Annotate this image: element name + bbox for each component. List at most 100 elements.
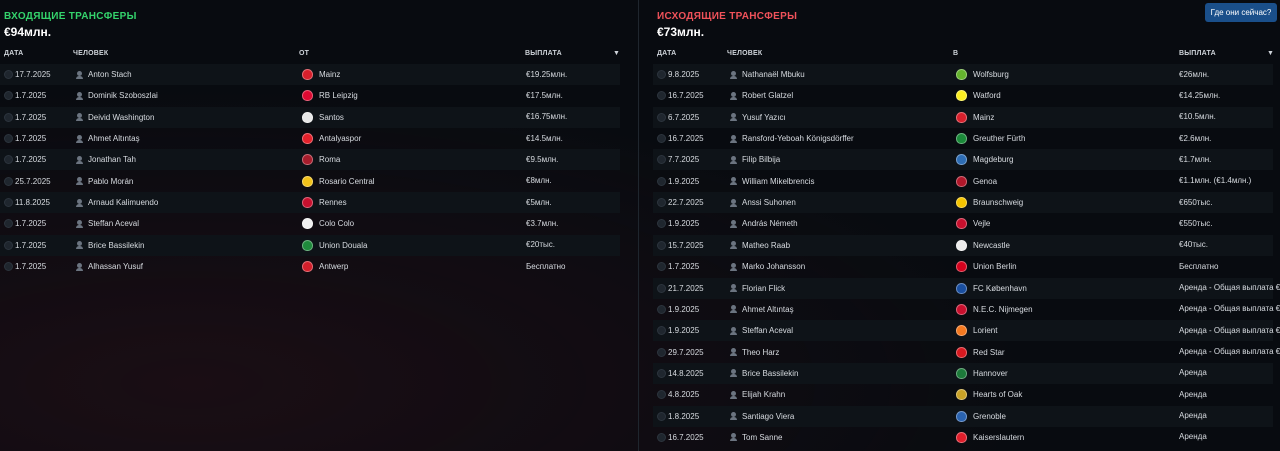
person-cell[interactable]: Alhassan Yusuf <box>76 256 143 277</box>
club-name[interactable]: Grenoble <box>973 412 1006 421</box>
club-name[interactable]: Magdeburg <box>973 155 1013 164</box>
person-name[interactable]: William Mikelbrencis <box>742 177 814 186</box>
transfer-row[interactable]: 1.9.2025 Steffan Aceval Lorient Аренда - Об… <box>653 320 1280 342</box>
sort-desc-icon[interactable]: ▼ <box>1267 50 1274 57</box>
person-cell[interactable]: Steffan Aceval <box>76 213 139 234</box>
incoming-col-payment[interactable]: ВЫПЛАТА <box>525 50 562 57</box>
person-cell[interactable]: Theo Harz <box>730 342 779 363</box>
person-cell[interactable]: Ransford-Yeboah Königsdörffer <box>730 128 854 149</box>
person-cell[interactable]: Dominik Szoboszlai <box>76 85 158 106</box>
person-cell[interactable]: William Mikelbrencis <box>730 171 814 192</box>
person-name[interactable]: Steffan Aceval <box>742 326 793 335</box>
outgoing-col-date[interactable]: ДАТА <box>657 50 676 57</box>
club-cell[interactable]: Lorient <box>956 320 997 341</box>
transfer-row[interactable]: 16.7.2025 Tom Sanne Kaiserslautern Аренда <box>653 427 1273 448</box>
club-name[interactable]: Antalyaspor <box>319 134 361 143</box>
person-name[interactable]: Marko Johansson <box>742 262 805 271</box>
person-name[interactable]: Deivid Washington <box>88 113 154 122</box>
transfer-row[interactable]: 11.8.2025 Arnaud Kalimuendo Rennes €5млн. <box>0 192 620 214</box>
club-cell[interactable]: Colo Colo <box>302 213 354 234</box>
club-cell[interactable]: Newcastle <box>956 235 1010 256</box>
person-cell[interactable]: Marko Johansson <box>730 256 805 277</box>
club-cell[interactable]: Watford <box>956 85 1001 106</box>
person-name[interactable]: Theo Harz <box>742 348 779 357</box>
club-name[interactable]: Mainz <box>319 70 340 79</box>
transfer-row[interactable]: 1.7.2025 Deivid Washington Santos €16.75млн… <box>0 106 620 128</box>
person-cell[interactable]: Pablo Morán <box>76 171 133 192</box>
club-cell[interactable]: Roma <box>302 149 340 170</box>
club-cell[interactable]: Hearts of Oak <box>956 384 1022 405</box>
club-cell[interactable]: Kaiserslautern <box>956 427 1024 448</box>
person-name[interactable]: Florian Flick <box>742 284 785 293</box>
person-name[interactable]: Elijah Krahn <box>742 390 785 399</box>
outgoing-col-person[interactable]: ЧЕЛОВЕК <box>727 50 762 57</box>
club-cell[interactable]: Vejle <box>956 213 990 234</box>
transfer-row[interactable]: 1.8.2025 Santiago Viera Grenoble Аренда <box>653 405 1273 427</box>
person-name[interactable]: Alhassan Yusuf <box>88 262 143 271</box>
person-name[interactable]: Ransford-Yeboah Königsdörffer <box>742 134 854 143</box>
club-cell[interactable]: Rosario Central <box>302 171 375 192</box>
person-name[interactable]: Ahmet Altıntaş <box>88 134 140 143</box>
transfer-row[interactable]: 1.7.2025 Ahmet Altıntaş Antalyaspor €14.5мл… <box>0 128 620 149</box>
person-name[interactable]: Dominik Szoboszlai <box>88 91 158 100</box>
person-cell[interactable]: Florian Flick <box>730 278 785 299</box>
transfer-row[interactable]: 1.9.2025 Ahmet Altıntaş N.E.C. Nijmegen Аре… <box>653 299 1280 320</box>
outgoing-col-club[interactable]: В <box>953 50 958 57</box>
person-name[interactable]: Filip Bilbija <box>742 155 780 164</box>
club-name[interactable]: Colo Colo <box>319 219 354 228</box>
club-cell[interactable]: Greuther Fürth <box>956 128 1025 149</box>
incoming-col-club[interactable]: ОТ <box>299 50 309 57</box>
club-cell[interactable]: Wolfsburg <box>956 64 1009 85</box>
club-cell[interactable]: Union Berlin <box>956 256 1017 277</box>
person-cell[interactable]: Brice Bassilekin <box>76 235 144 256</box>
transfer-row[interactable]: 1.7.2025 Alhassan Yusuf Antwerp Бесплатно <box>0 256 620 277</box>
club-name[interactable]: N.E.C. Nijmegen <box>973 305 1033 314</box>
person-name[interactable]: Santiago Viera <box>742 412 794 421</box>
person-cell[interactable]: Ahmet Altıntaş <box>730 299 794 320</box>
transfer-row[interactable]: 6.7.2025 Yusuf Yazıcı Mainz €10.5млн. <box>653 106 1273 128</box>
person-name[interactable]: Matheo Raab <box>742 241 790 250</box>
transfer-row[interactable]: 1.9.2025 András Németh Vejle €550тыс. <box>653 213 1273 234</box>
person-name[interactable]: András Németh <box>742 219 798 228</box>
person-cell[interactable]: Filip Bilbija <box>730 149 780 170</box>
person-cell[interactable]: Jonathan Tah <box>76 149 136 170</box>
person-cell[interactable]: Steffan Aceval <box>730 320 793 341</box>
club-name[interactable]: Wolfsburg <box>973 70 1009 79</box>
incoming-col-person[interactable]: ЧЕЛОВЕК <box>73 50 108 57</box>
person-cell[interactable]: Brice Bassilekin <box>730 363 798 384</box>
transfer-row[interactable]: 1.7.2025 Brice Bassilekin Union Douala €20т… <box>0 234 620 256</box>
transfer-row[interactable]: 1.7.2025 Dominik Szoboszlai RB Leipzig €17.… <box>0 85 620 106</box>
person-name[interactable]: Steffan Aceval <box>88 219 139 228</box>
club-cell[interactable]: Santos <box>302 107 344 128</box>
club-name[interactable]: Antwerp <box>319 262 348 271</box>
club-cell[interactable]: Mainz <box>302 64 340 85</box>
transfer-row[interactable]: 7.7.2025 Filip Bilbija Magdeburg €1.7млн. <box>653 149 1273 171</box>
club-cell[interactable]: Antwerp <box>302 256 348 277</box>
transfer-row[interactable]: 14.8.2025 Brice Bassilekin Hannover Аренда <box>653 362 1273 384</box>
person-cell[interactable]: Anssi Suhonen <box>730 192 796 213</box>
transfer-row[interactable]: 29.7.2025 Theo Harz Red Star Аренда - Общая… <box>653 342 1280 363</box>
person-name[interactable]: Brice Bassilekin <box>742 369 798 378</box>
where-are-they-now-button[interactable]: Где они сейчас? <box>1205 3 1277 22</box>
transfer-row[interactable]: 9.8.2025 Nathanaël Mbuku Wolfsburg €26млн. <box>653 64 1273 85</box>
club-name[interactable]: Lorient <box>973 326 997 335</box>
transfer-row[interactable]: 1.7.2025 Jonathan Tah Roma €9.5млн. <box>0 149 620 171</box>
club-cell[interactable]: Red Star <box>956 342 1005 363</box>
club-name[interactable]: Genoa <box>973 177 997 186</box>
person-cell[interactable]: András Németh <box>730 213 798 234</box>
person-name[interactable]: Arnaud Kalimuendo <box>88 198 158 207</box>
transfer-row[interactable]: 22.7.2025 Anssi Suhonen Braunschweig €650ты… <box>653 192 1273 214</box>
person-cell[interactable]: Nathanaël Mbuku <box>730 64 805 85</box>
club-cell[interactable]: Mainz <box>956 107 994 128</box>
person-cell[interactable]: Tom Sanne <box>730 427 782 448</box>
sort-desc-icon[interactable]: ▼ <box>613 50 620 57</box>
club-name[interactable]: Rosario Central <box>319 177 375 186</box>
person-name[interactable]: Jonathan Tah <box>88 155 136 164</box>
club-cell[interactable]: FC København <box>956 278 1027 299</box>
person-name[interactable]: Brice Bassilekin <box>88 241 144 250</box>
club-cell[interactable]: N.E.C. Nijmegen <box>956 299 1033 320</box>
club-name[interactable]: FC København <box>973 284 1027 293</box>
person-cell[interactable]: Elijah Krahn <box>730 384 785 405</box>
transfer-row[interactable]: 17.7.2025 Anton Stach Mainz €19.25млн. <box>0 64 620 85</box>
transfer-row[interactable]: 1.7.2025 Steffan Aceval Colo Colo €3.7млн. <box>0 213 620 234</box>
